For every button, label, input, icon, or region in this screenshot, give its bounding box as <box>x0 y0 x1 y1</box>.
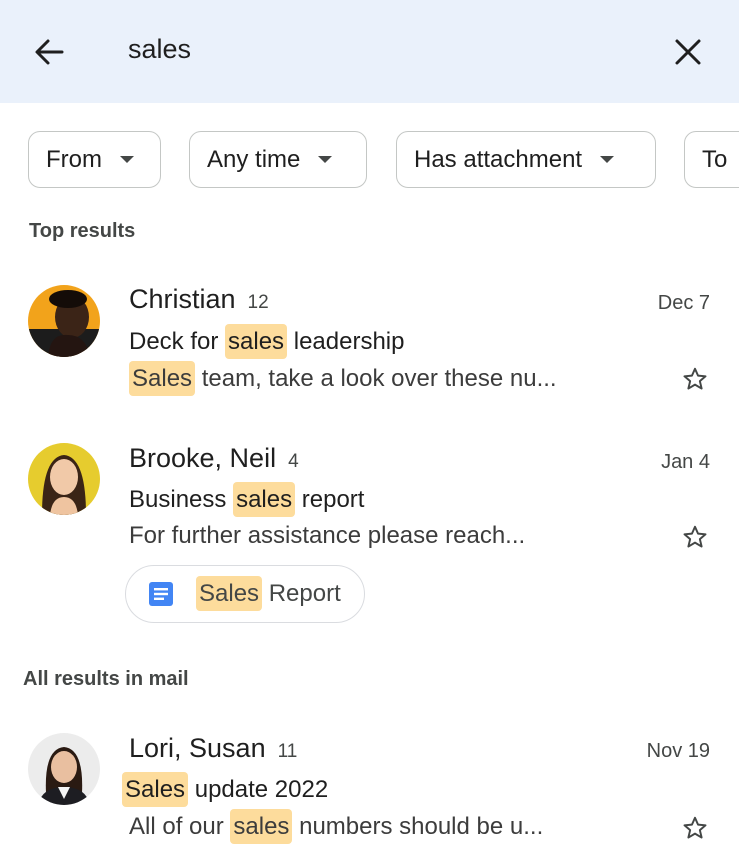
search-highlight: Sales <box>122 772 189 807</box>
dropdown-arrow-icon <box>600 156 615 163</box>
close-icon <box>675 39 701 65</box>
avatar <box>28 733 100 805</box>
star-icon <box>683 525 707 548</box>
sender-name: Christian 12 <box>129 284 269 314</box>
chip-label: From <box>46 145 102 173</box>
section-title-top-results: Top results <box>29 220 136 242</box>
arrow-back-icon <box>35 39 64 65</box>
thread-count: 12 <box>247 292 269 313</box>
attachment-chip[interactable]: Sales Report <box>125 565 365 623</box>
dropdown-arrow-icon <box>120 156 134 163</box>
star-icon <box>683 367 707 390</box>
email-date: Jan 4 <box>661 451 710 473</box>
star-icon <box>683 816 707 839</box>
filter-chip-from[interactable]: From <box>28 131 161 188</box>
avatar <box>28 443 100 515</box>
sender-name: Lori, Susan 11 <box>129 733 298 763</box>
filter-chip-any-time[interactable]: Any time <box>189 131 367 188</box>
email-date: Nov 19 <box>646 740 710 762</box>
star-button[interactable] <box>682 524 708 550</box>
avatar <box>28 285 100 357</box>
thread-count: 11 <box>277 741 298 762</box>
search-bar: sales <box>0 0 739 103</box>
filter-chip-has-attachment[interactable]: Has attachment <box>396 131 656 188</box>
search-highlight: Sales <box>129 361 196 396</box>
chip-label: To <box>702 145 728 173</box>
docs-icon <box>149 582 173 606</box>
attachment-name: Sales Report <box>196 576 341 611</box>
search-highlight: sales <box>225 324 288 359</box>
filter-chips: From Any time Has attachment To <box>0 131 739 189</box>
email-subject: Business sales report <box>129 482 364 517</box>
thread-count: 4 <box>288 451 299 472</box>
back-button[interactable] <box>26 30 74 74</box>
email-snippet: All of our sales numbers should be u... <box>129 809 543 844</box>
email-date: Dec 7 <box>657 292 710 314</box>
dropdown-arrow-icon <box>318 156 333 163</box>
email-snippet: For further assistance please reach... <box>129 522 526 549</box>
section-title-all-results: All results in mail <box>23 668 189 690</box>
search-highlight: Sales <box>196 576 263 611</box>
star-button[interactable] <box>682 366 708 392</box>
email-subject: Sales update 2022 <box>122 772 328 807</box>
star-button[interactable] <box>682 815 708 841</box>
search-highlight: sales <box>230 809 293 844</box>
search-input[interactable]: sales <box>128 34 191 65</box>
email-snippet: Sales team, take a look over these nu... <box>129 361 557 396</box>
search-highlight: sales <box>233 482 296 517</box>
chip-label: Any time <box>207 145 301 173</box>
sender-name: Brooke, Neil 4 <box>129 443 299 473</box>
filter-chip-to[interactable]: To <box>684 131 739 188</box>
chip-label: Has attachment <box>414 145 583 173</box>
clear-search-button[interactable] <box>666 30 710 74</box>
email-subject: Deck for sales leadership <box>129 324 404 359</box>
